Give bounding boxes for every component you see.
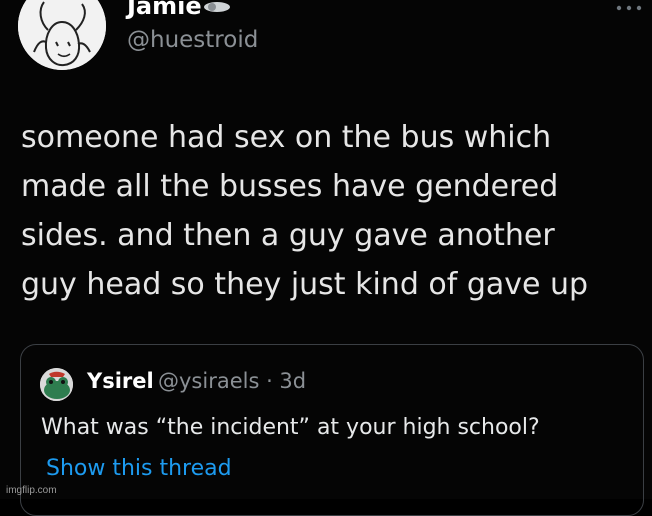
watermark: imgflip.com bbox=[6, 485, 57, 496]
quoted-author-display-name[interactable]: Ysirel bbox=[87, 369, 154, 393]
tweet-text: someone had sex on the bus which made al… bbox=[21, 120, 589, 302]
show-thread-link[interactable]: Show this thread bbox=[46, 456, 232, 481]
quoted-tweet-text: What was “the incident” at your high sch… bbox=[41, 415, 540, 440]
quoted-author-avatar[interactable] bbox=[40, 368, 73, 401]
pin-badge-icon bbox=[204, 2, 230, 12]
frog-avatar-icon bbox=[40, 368, 73, 401]
more-options-icon[interactable] bbox=[614, 2, 644, 14]
author-avatar[interactable] bbox=[18, 0, 106, 70]
drawn-character-avatar-icon bbox=[18, 0, 106, 70]
quoted-author-handle-time[interactable]: @ysiraels · 3d bbox=[158, 369, 306, 393]
tweet: Jamie @huestroid someone had sex on the … bbox=[0, 0, 652, 516]
author-display-name[interactable]: Jamie bbox=[127, 0, 202, 20]
author-handle[interactable]: @huestroid bbox=[127, 27, 258, 53]
quoted-tweet-card[interactable]: Ysirel @ysiraels · 3d What was “the inci… bbox=[20, 344, 644, 516]
